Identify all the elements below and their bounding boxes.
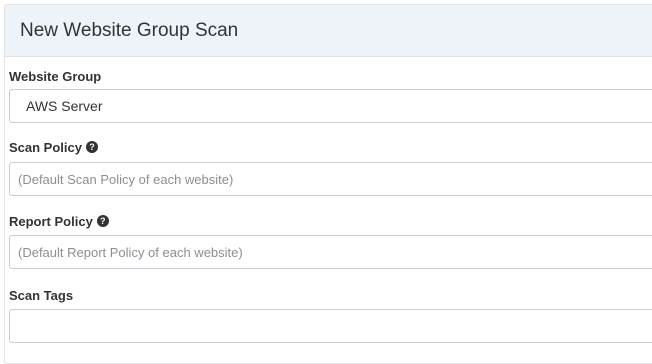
scan-policy-select[interactable]: (Default Scan Policy of each website) <box>9 162 652 196</box>
report-policy-help-icon[interactable]: ? <box>96 215 109 227</box>
panel-title: New Website Group Scan <box>20 19 239 41</box>
scan-policy-placeholder: (Default Scan Policy of each website) <box>18 171 234 187</box>
scan-policy-label-row: Scan Policy ? <box>9 137 98 157</box>
website-group-select[interactable]: AWS Server <box>9 89 652 123</box>
report-policy-label-row: Report Policy ? <box>9 211 109 231</box>
report-policy-select[interactable]: (Default Report Policy of each website) <box>9 235 652 269</box>
scan-policy-label: Scan Policy <box>9 139 82 155</box>
website-group-value: AWS Server <box>26 98 103 114</box>
report-policy-label: Report Policy <box>9 213 93 229</box>
scan-policy-help-icon[interactable]: ? <box>85 141 98 153</box>
report-policy-placeholder: (Default Report Policy of each website) <box>18 244 243 260</box>
scan-tags-label: Scan Tags <box>9 287 74 303</box>
panel-header: New Website Group Scan <box>5 5 652 57</box>
website-group-label-row: Website Group <box>9 66 101 86</box>
scan-tags-label-row: Scan Tags <box>9 285 73 305</box>
scan-tags-input[interactable] <box>9 309 652 343</box>
website-group-label: Website Group <box>9 68 102 84</box>
